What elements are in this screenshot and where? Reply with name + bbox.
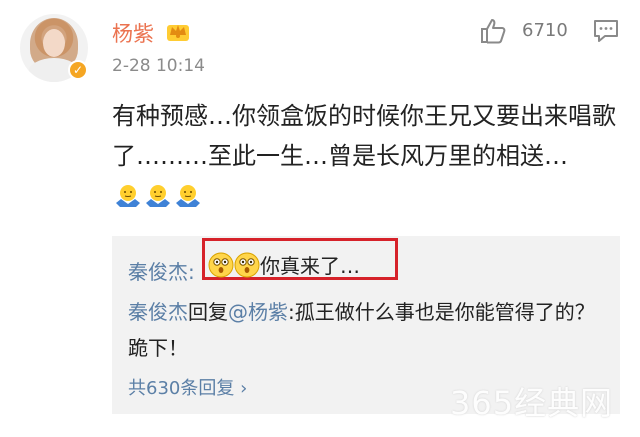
post-text: 有种预感…你领盒饭的时候你王兄又要出来唱歌了………至此一生…曾是长风万里的相送…: [112, 96, 622, 216]
shocked-emoji-icon: [208, 252, 234, 277]
verified-badge-icon: ✓: [68, 60, 88, 80]
username[interactable]: 杨紫: [112, 18, 154, 48]
reply-1: 秦俊杰:: [128, 256, 195, 285]
shrug-emoji-icon: [176, 185, 200, 207]
reply-2: 秦俊杰回复@杨紫:孤王做什么事也是你能管得了的？跪下！: [128, 294, 598, 366]
post-text-body: 有种预感…你领盒饭的时候你王兄又要出来唱歌了………至此一生…曾是长风万里的相送…: [112, 102, 616, 170]
reply-1-text: 你真来了…: [260, 254, 360, 278]
comment-icon[interactable]: [592, 17, 620, 45]
chevron-right-icon: ›: [240, 378, 248, 399]
more-replies-label: 共630条回复: [128, 378, 235, 399]
shrug-emoji-icon: [116, 185, 140, 207]
shrug-emoji-icon: [146, 185, 170, 207]
avatar-face: [43, 29, 65, 57]
emoji-row: [114, 183, 202, 211]
timestamp: 2-28 10:14: [112, 56, 205, 76]
reply-1-content: 你真来了…: [208, 250, 360, 279]
thumbs-up-icon[interactable]: [478, 16, 508, 46]
watermark: 365经典网: [450, 384, 614, 422]
reply-1-author[interactable]: 秦俊杰: [128, 260, 188, 284]
reply-2-mention[interactable]: @杨紫: [228, 300, 288, 324]
shocked-emoji-icon: [234, 252, 260, 277]
crown-icon: [167, 25, 189, 41]
reply-1-separator: :: [188, 260, 195, 284]
reply-2-author[interactable]: 秦俊杰: [128, 300, 188, 324]
like-count: 6710: [522, 20, 568, 41]
more-replies-link[interactable]: 共630条回复 ›: [128, 374, 247, 400]
reply-2-action: 回复: [188, 300, 228, 324]
